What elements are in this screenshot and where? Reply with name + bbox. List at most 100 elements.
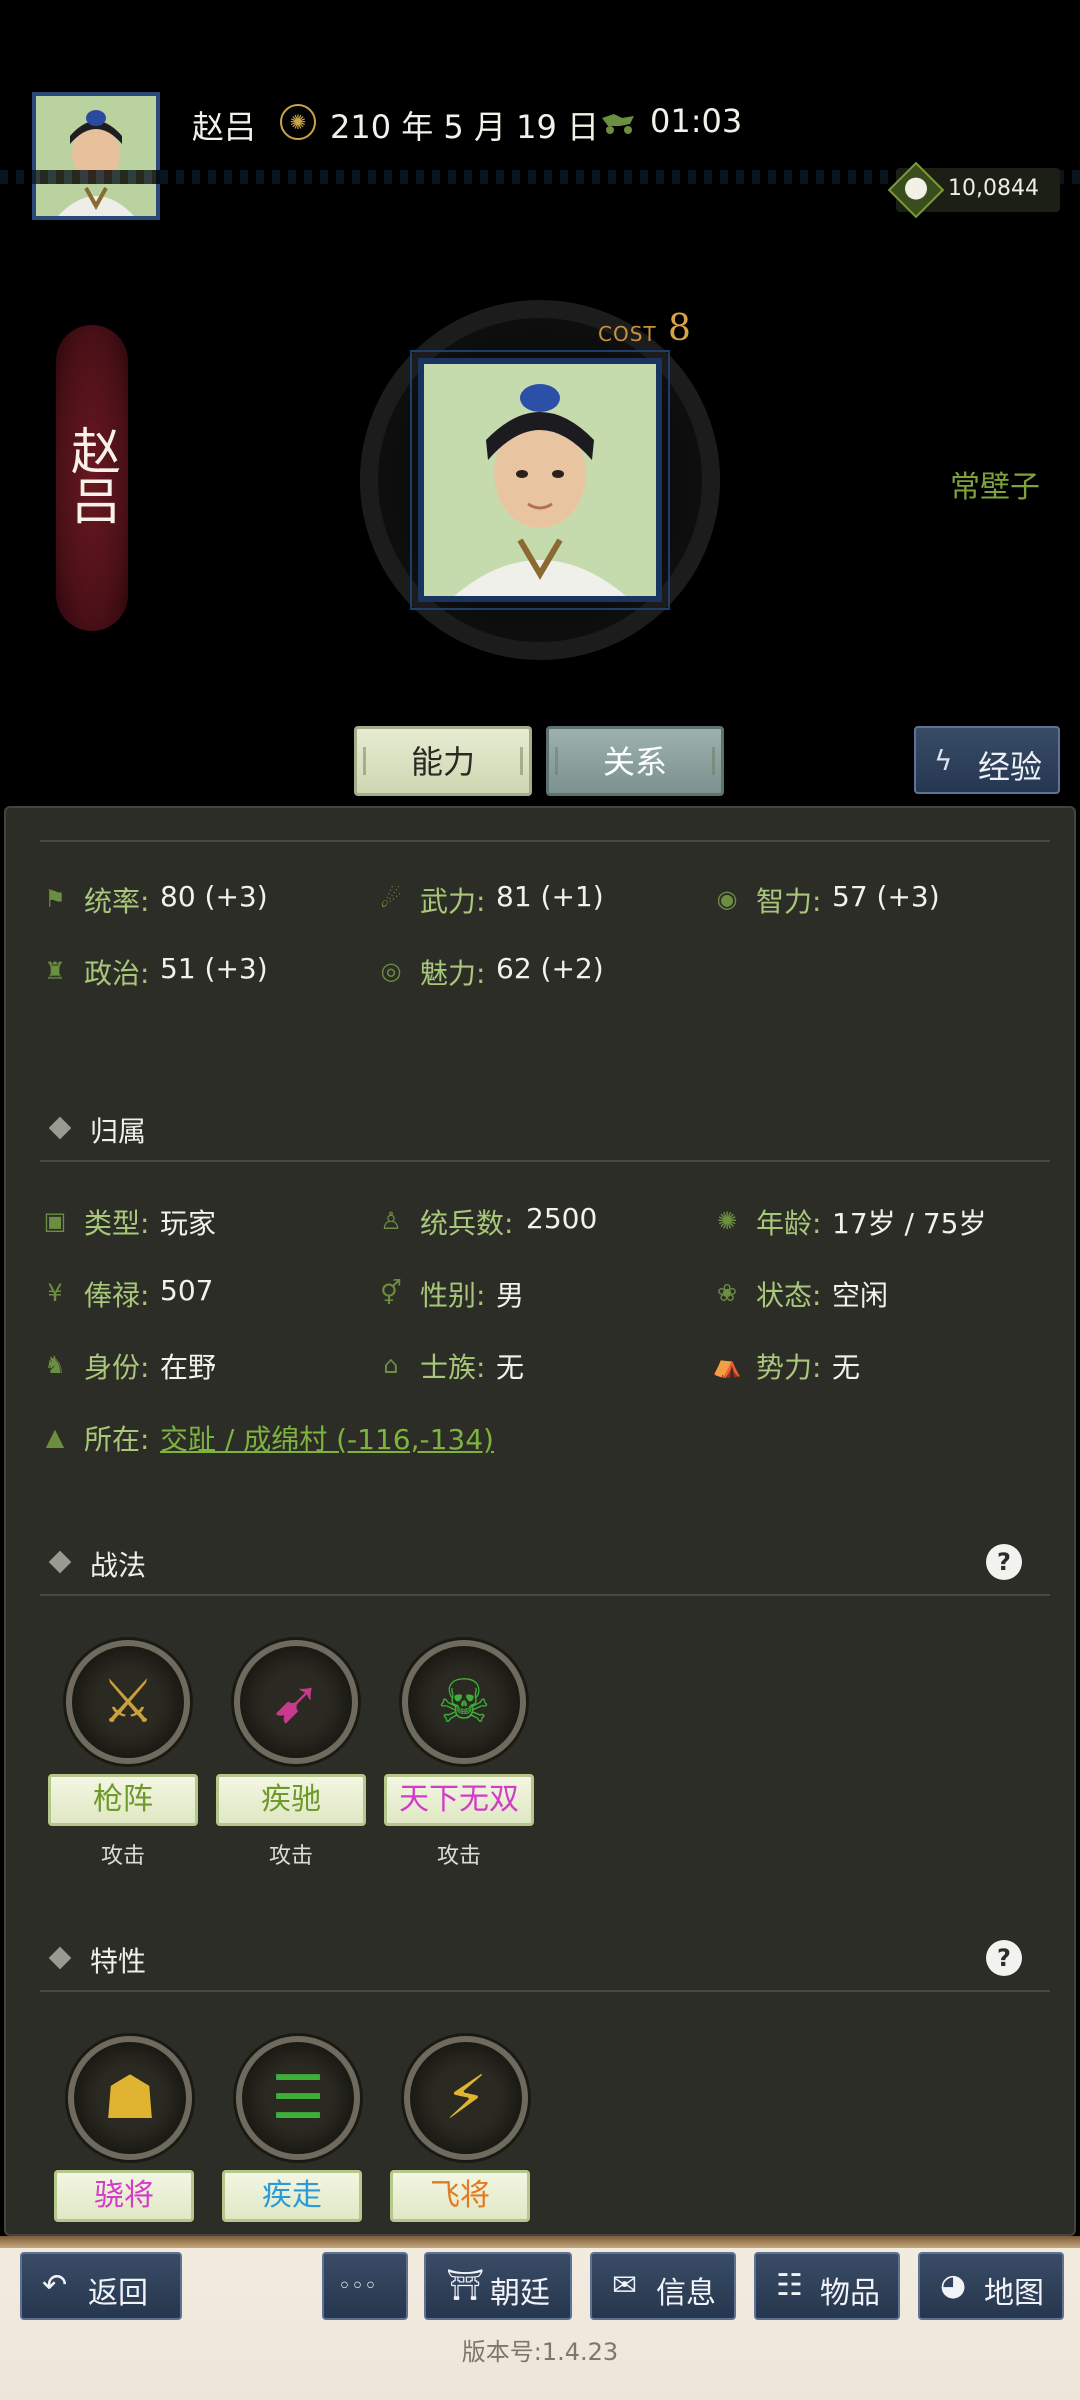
tab-ability-label: 能力	[410, 743, 475, 781]
more-dots-icon: ◦◦◦	[338, 2274, 377, 2299]
gold-counter[interactable]: 10,0844	[887, 161, 1060, 219]
top-area: 赵吕 ✺ 210 年 5 月 19 日 01:03 10,0844 赵吕 COS…	[0, 0, 1080, 805]
tab-chevron-left-icon	[363, 747, 373, 775]
flying-wing-icon: ⚡	[404, 2036, 528, 2160]
hero-portrait	[418, 358, 662, 602]
section-title: 归属	[90, 1115, 147, 1148]
stat-force: ☄ 武力: 81 (+1)	[376, 880, 706, 920]
chess-knight-icon: ♞	[44, 1351, 66, 1379]
tactic-name: 天下无双	[384, 1774, 534, 1826]
info-label: 身份:	[84, 1351, 150, 1384]
stat-label: 武力:	[420, 885, 486, 918]
map-button[interactable]: ◕ 地图	[918, 2252, 1064, 2320]
info-value: 2500	[526, 1202, 598, 1235]
court-button[interactable]: ⛩ 朝廷	[424, 2252, 572, 2320]
horse-carriage-icon	[602, 114, 634, 134]
back-button[interactable]: ↶ 返回	[20, 2252, 182, 2320]
coin-icon: ¥	[47, 1279, 63, 1307]
info-label: 俸禄:	[84, 1279, 150, 1312]
info-label: 所在:	[84, 1423, 150, 1456]
back-button-label: 返回	[88, 2276, 148, 2311]
demon-mask-icon: ☠	[402, 1640, 526, 1764]
stat-value: 81 (+1)	[496, 880, 604, 913]
tactic-card[interactable]: ➹ 疾驰 攻击	[216, 1640, 366, 1880]
cost-label: COST	[598, 322, 657, 346]
back-arrow-icon: ↶	[42, 2268, 68, 2303]
trait-card[interactable]: ☗ 骁将	[54, 2036, 194, 2234]
tab-relation-label: 关系	[602, 743, 667, 781]
info-label: 性别:	[420, 1279, 486, 1312]
soldier-icon: ♙	[380, 1207, 402, 1235]
info-age: ✺ 年龄: 17岁 / 75岁	[712, 1202, 1042, 1242]
cost-value: 8	[668, 308, 691, 349]
stat-label: 魅力:	[420, 957, 486, 990]
tab-relation[interactable]: 关系	[546, 726, 724, 796]
dashing-figure-icon: ☰	[236, 2036, 360, 2160]
trait-name: 飞将	[390, 2170, 530, 2222]
info-label: 士族:	[420, 1351, 486, 1384]
info-value: 男	[496, 1279, 525, 1312]
detail-panel[interactable]: ⚑ 统率: 80 (+3) ☄ 武力: 81 (+1) ◉ 智力: 57 (+3…	[4, 806, 1076, 2236]
tab-chevron-left-icon	[555, 747, 565, 775]
tab-ability[interactable]: 能力	[354, 726, 532, 796]
chat-bubble-icon: ✉	[612, 2268, 638, 2303]
tactics-help-button[interactable]: ?	[986, 1544, 1022, 1580]
info-troops: ♙ 统兵数: 2500	[376, 1202, 706, 1242]
diamond-icon	[48, 1946, 72, 1970]
info-button[interactable]: ✉ 信息	[590, 2252, 736, 2320]
tactic-card[interactable]: ☠ 天下无双 攻击	[384, 1640, 534, 1880]
info-value: 在野	[160, 1351, 217, 1384]
stat-value: 51 (+3)	[160, 952, 268, 985]
info-value: 玩家	[160, 1207, 217, 1240]
tactic-name: 枪阵	[48, 1774, 198, 1826]
noble-hat-icon: ⌂	[383, 1351, 399, 1379]
stat-label: 政治:	[84, 957, 150, 990]
more-button[interactable]: ◦◦◦	[322, 2252, 408, 2320]
header-date: 210 年 5 月 19 日	[330, 108, 600, 146]
info-value: 无	[496, 1351, 525, 1384]
trait-card[interactable]: ☰ 疾走	[222, 2036, 362, 2234]
globe-map-icon: ◕	[940, 2268, 967, 2303]
eye-icon: ◎	[380, 957, 402, 985]
player-avatar[interactable]	[32, 92, 160, 220]
info-faction: ⛺ 势力: 无	[712, 1346, 1042, 1386]
brain-icon: ◉	[716, 885, 738, 913]
avatar-portrait-art	[36, 96, 156, 216]
tactic-type: 攻击	[436, 1844, 481, 1869]
gender-icon: ⚥	[380, 1279, 402, 1307]
triple-arrow-icon: ➹	[234, 1640, 358, 1764]
section-rule	[40, 1990, 1050, 1992]
version-label: 版本号:1.4.23	[461, 2338, 619, 2366]
money-bag-icon	[887, 161, 945, 219]
stat-value: 57 (+3)	[832, 880, 940, 913]
stat-charm: ◎ 魅力: 62 (+2)	[376, 952, 706, 992]
mountain-location-icon: ▲	[45, 1423, 65, 1451]
info-clan: ⌂ 士族: 无	[376, 1346, 706, 1386]
items-button[interactable]: ☷ 物品	[754, 2252, 900, 2320]
section-rule	[40, 840, 1050, 842]
info-value: 无	[832, 1351, 861, 1384]
info-label: 势力:	[756, 1351, 822, 1384]
map-button-label: 地图	[984, 2276, 1044, 2311]
flag-icon: ⚑	[44, 885, 66, 913]
trait-card[interactable]: ⚡ 飞将	[390, 2036, 530, 2234]
stat-intelligence: ◉ 智力: 57 (+3)	[712, 880, 1042, 920]
location-link[interactable]: 交趾 / 成绵村 (-116,-134)	[160, 1418, 494, 1458]
section-title: 特性	[90, 1945, 147, 1978]
court-button-label: 朝廷	[490, 2276, 550, 2311]
traits-help-button[interactable]: ?	[986, 1940, 1022, 1976]
stat-command: ⚑ 统率: 80 (+3)	[40, 880, 370, 920]
stat-label: 统率:	[84, 885, 150, 918]
diamond-icon	[48, 1116, 72, 1140]
calendar-icon: ✺	[280, 104, 316, 140]
experience-button[interactable]: ϟ 经验	[914, 726, 1060, 794]
info-label: 年龄:	[756, 1207, 822, 1240]
experience-button-label: 经验	[978, 748, 1043, 786]
info-status: ❀ 状态: 空闲	[712, 1274, 1042, 1314]
tactic-name: 疾驰	[216, 1774, 366, 1826]
nav-rim	[0, 2236, 1080, 2248]
section-head-attributes	[40, 808, 1050, 842]
spear-mask-icon: ⚔	[66, 1640, 190, 1764]
tactic-card[interactable]: ⚔ 枪阵 攻击	[48, 1640, 198, 1880]
stat-value: 80 (+3)	[160, 880, 268, 913]
